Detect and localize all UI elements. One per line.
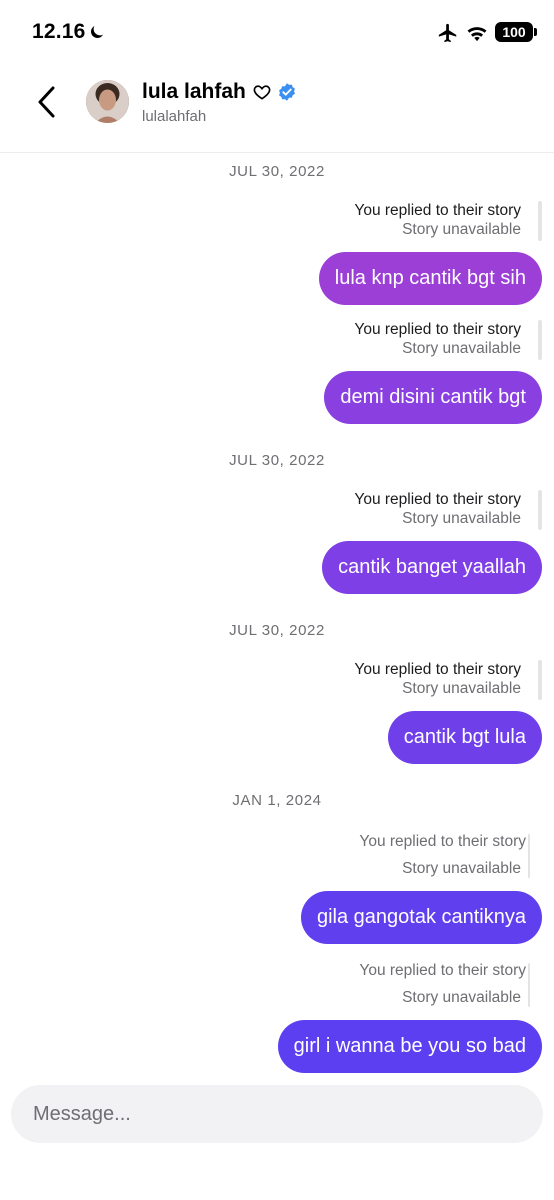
status-time: 12.16: [32, 20, 86, 43]
date-separator: JAN 1, 2024: [232, 792, 322, 809]
message-bubble[interactable]: cantik banget yaallah: [322, 541, 542, 594]
status-bar: 12.16 100: [0, 0, 554, 66]
story-unavailable: Story unavailable: [402, 340, 521, 357]
chevron-left-icon[interactable]: [34, 84, 62, 120]
avatar-image: [86, 80, 129, 123]
contact-name: lula lahfah: [142, 80, 246, 103]
avatar[interactable]: [86, 80, 129, 123]
date-separator: JUL 30, 2022: [229, 163, 325, 180]
airplane-icon: [438, 23, 457, 43]
message-input[interactable]: [33, 1085, 513, 1143]
contact-name-row[interactable]: lula lahfah: [142, 78, 297, 106]
story-unavailable: Story unavailable: [402, 221, 521, 238]
story-unavailable: Story unavailable: [402, 860, 521, 877]
message-composer[interactable]: [11, 1085, 543, 1143]
story-reply-label: You replied to their story: [359, 962, 526, 979]
message-bubble[interactable]: cantik bgt lula: [387, 711, 542, 764]
story-reply-label: You replied to their story: [354, 661, 521, 678]
message-bubble[interactable]: girl i wanna be you so bad: [277, 1020, 542, 1073]
story-reply-label: You replied to their story: [354, 202, 521, 219]
story-reply-bar: [538, 320, 542, 360]
wifi-icon: [467, 27, 487, 42]
battery-icon: 100: [495, 22, 533, 42]
chat-header: lula lahfah lulalahfah: [0, 66, 554, 153]
story-reply-label: You replied to their story: [354, 491, 521, 508]
story-reply-bar: [528, 834, 530, 878]
story-reply-label: You replied to their story: [354, 321, 521, 338]
date-separator: JUL 30, 2022: [229, 452, 325, 469]
moon-icon: [91, 26, 103, 38]
message-bubble[interactable]: demi disini cantik bgt: [324, 371, 542, 424]
story-reply-bar: [538, 201, 542, 241]
message-bubble[interactable]: lula knp cantik bgt sih: [318, 252, 542, 305]
story-reply-bar: [538, 660, 542, 700]
verified-badge-icon: [278, 83, 295, 101]
heart-outline-icon: [253, 85, 271, 100]
story-unavailable: Story unavailable: [402, 510, 521, 527]
story-unavailable: Story unavailable: [402, 989, 521, 1006]
message-bubble[interactable]: gila gangotak cantiknya: [300, 891, 542, 944]
story-reply-label: You replied to their story: [359, 833, 526, 850]
battery-cap: [534, 28, 537, 36]
story-reply-bar: [538, 490, 542, 530]
story-unavailable: Story unavailable: [402, 680, 521, 697]
story-reply-bar: [528, 963, 530, 1007]
contact-username: lulalahfah: [142, 108, 207, 125]
date-separator: JUL 30, 2022: [229, 622, 325, 639]
